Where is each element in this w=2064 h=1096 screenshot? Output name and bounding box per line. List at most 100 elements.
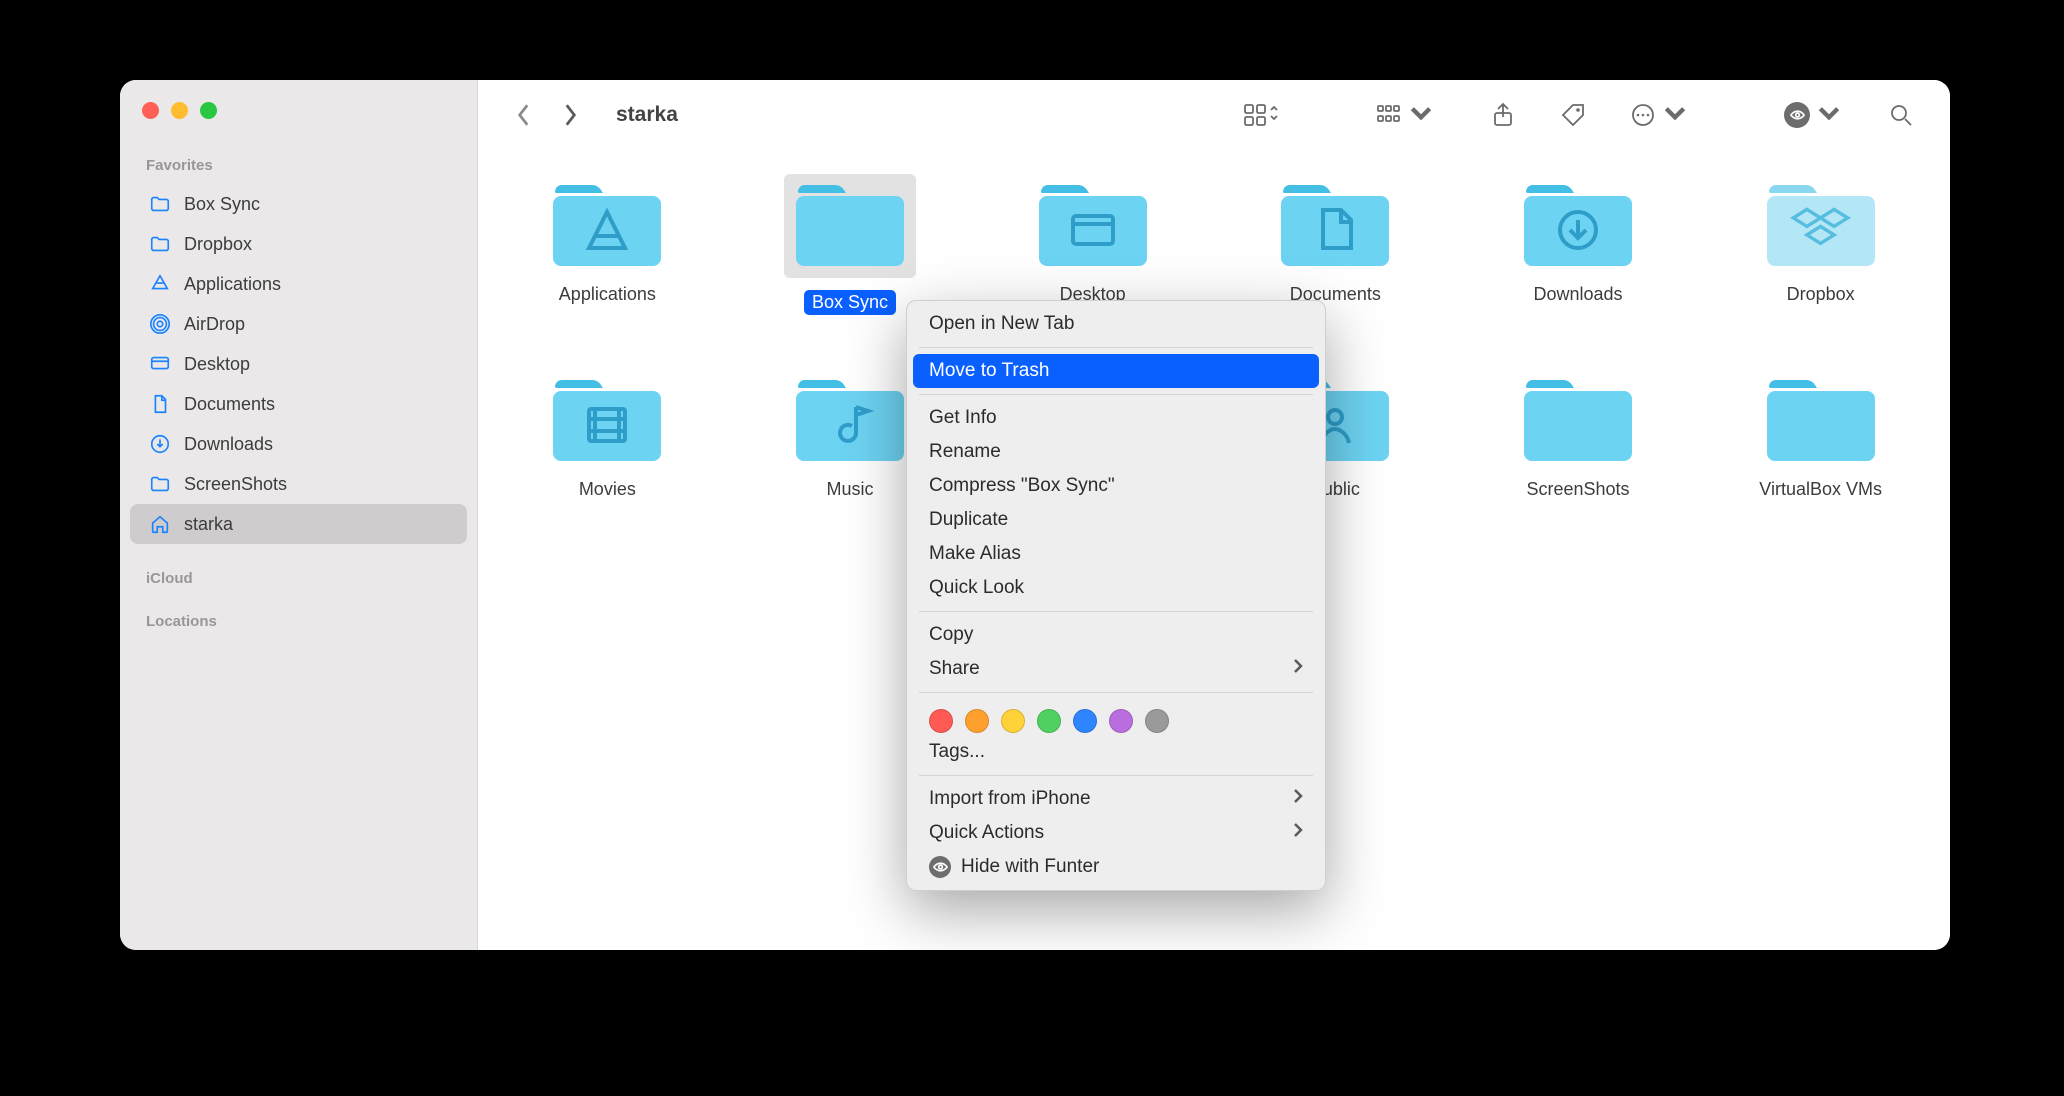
ctx-quick-actions[interactable]: Quick Actions xyxy=(907,816,1325,850)
view-icon-mode-button[interactable] xyxy=(1234,97,1288,133)
sidebar-item-label: ScreenShots xyxy=(184,474,287,495)
ctx-copy[interactable]: Copy xyxy=(907,618,1325,652)
chevron-right-icon xyxy=(1293,822,1303,844)
tag-color-dot[interactable] xyxy=(965,709,989,733)
sidebar-item-dropbox[interactable]: Dropbox xyxy=(130,224,467,264)
sidebar-item-documents[interactable]: Documents xyxy=(130,384,467,424)
folder-item[interactable]: Movies xyxy=(506,375,709,500)
favorites-section-label: Favorites xyxy=(120,147,477,184)
chevron-down-icon xyxy=(1816,100,1842,131)
sidebar-item-label: Desktop xyxy=(184,354,250,375)
applications-icon xyxy=(148,272,172,296)
folder-item[interactable]: Applications xyxy=(506,180,709,315)
tag-color-dot[interactable] xyxy=(929,709,953,733)
forward-button[interactable] xyxy=(552,97,588,133)
ctx-hide-with-funter[interactable]: Hide with Funter xyxy=(907,850,1325,884)
folder-label: Applications xyxy=(559,284,656,305)
folder-label: Downloads xyxy=(1533,284,1622,305)
ctx-get-info[interactable]: Get Info xyxy=(907,401,1325,435)
more-actions-button[interactable] xyxy=(1622,97,1696,133)
sidebar-item-label: Dropbox xyxy=(184,234,252,255)
sidebar-item-label: starka xyxy=(184,514,233,535)
sidebar-item-label: Box Sync xyxy=(184,194,260,215)
folder-icon xyxy=(1518,375,1638,467)
ctx-quick-look[interactable]: Quick Look xyxy=(907,571,1325,605)
ctx-tags[interactable]: Tags... xyxy=(907,735,1325,769)
folder-item[interactable]: VirtualBox VMs xyxy=(1719,375,1922,500)
sidebar-item-starka[interactable]: starka xyxy=(130,504,467,544)
back-button[interactable] xyxy=(506,97,542,133)
tag-button[interactable] xyxy=(1552,97,1594,133)
separator xyxy=(919,394,1313,395)
context-menu: Open in New Tab Move to Trash Get Info R… xyxy=(906,300,1326,891)
tag-color-dot[interactable] xyxy=(1073,709,1097,733)
tag-color-row xyxy=(907,699,1325,735)
document-icon xyxy=(148,392,172,416)
minimize-window-button[interactable] xyxy=(171,102,188,119)
folder-icon xyxy=(148,192,172,216)
folder-item[interactable]: Box Sync xyxy=(749,180,952,315)
sidebar-item-box-sync[interactable]: Box Sync xyxy=(130,184,467,224)
folder-icon xyxy=(1761,180,1881,272)
separator xyxy=(919,611,1313,612)
folder-title: starka xyxy=(616,103,678,127)
tag-color-dot[interactable] xyxy=(1037,709,1061,733)
tag-color-dot[interactable] xyxy=(1145,709,1169,733)
tag-color-dot[interactable] xyxy=(1109,709,1133,733)
sidebar: Favorites Box Sync Dropbox Applications … xyxy=(120,80,478,950)
folder-label: VirtualBox VMs xyxy=(1759,479,1882,500)
downloads-icon xyxy=(148,432,172,456)
chevron-down-icon xyxy=(1408,100,1434,131)
ctx-share[interactable]: Share xyxy=(907,652,1325,686)
sidebar-item-downloads[interactable]: Downloads xyxy=(130,424,467,464)
separator xyxy=(919,347,1313,348)
ctx-make-alias[interactable]: Make Alias xyxy=(907,537,1325,571)
folder-icon xyxy=(1761,375,1881,467)
sidebar-item-label: Applications xyxy=(184,274,281,295)
sidebar-item-label: AirDrop xyxy=(184,314,245,335)
desktop-icon xyxy=(148,352,172,376)
folder-icon xyxy=(148,472,172,496)
folder-icon xyxy=(547,180,667,272)
eye-icon xyxy=(1784,102,1810,128)
folder-label: Dropbox xyxy=(1787,284,1855,305)
maximize-window-button[interactable] xyxy=(200,102,217,119)
folder-icon xyxy=(784,174,916,278)
sidebar-item-screenshots[interactable]: ScreenShots xyxy=(130,464,467,504)
tag-color-dot[interactable] xyxy=(1001,709,1025,733)
funter-toolbar-button[interactable] xyxy=(1776,97,1850,133)
group-by-button[interactable] xyxy=(1368,97,1442,133)
close-window-button[interactable] xyxy=(142,102,159,119)
folder-label: Music xyxy=(826,479,873,500)
window-controls xyxy=(120,102,477,119)
sidebar-item-label: Documents xyxy=(184,394,275,415)
ctx-import-iphone[interactable]: Import from iPhone xyxy=(907,782,1325,816)
eye-icon xyxy=(929,856,951,878)
folder-item[interactable]: ScreenShots xyxy=(1477,375,1680,500)
sidebar-item-applications[interactable]: Applications xyxy=(130,264,467,304)
folder-icon xyxy=(790,375,910,467)
chevron-right-icon xyxy=(1293,658,1303,680)
ctx-duplicate[interactable]: Duplicate xyxy=(907,503,1325,537)
sidebar-item-label: Downloads xyxy=(184,434,273,455)
search-button[interactable] xyxy=(1880,97,1922,133)
ctx-rename[interactable]: Rename xyxy=(907,435,1325,469)
folder-item[interactable]: Downloads xyxy=(1477,180,1680,315)
toolbar: starka xyxy=(478,80,1950,150)
sidebar-item-desktop[interactable]: Desktop xyxy=(130,344,467,384)
chevron-down-icon xyxy=(1662,100,1688,131)
separator xyxy=(919,775,1313,776)
ctx-move-to-trash[interactable]: Move to Trash xyxy=(913,354,1319,388)
ctx-compress[interactable]: Compress "Box Sync" xyxy=(907,469,1325,503)
folder-icon xyxy=(1518,180,1638,272)
folder-item[interactable]: Dropbox xyxy=(1719,180,1922,315)
up-down-chevron-icon xyxy=(1268,104,1280,127)
icloud-section-label: iCloud xyxy=(120,560,477,597)
separator xyxy=(919,692,1313,693)
folder-label: ScreenShots xyxy=(1526,479,1629,500)
folder-item[interactable]: Documents xyxy=(1234,180,1437,315)
ctx-open-new-tab[interactable]: Open in New Tab xyxy=(907,307,1325,341)
share-button[interactable] xyxy=(1482,97,1524,133)
folder-item[interactable]: Desktop xyxy=(991,180,1194,315)
sidebar-item-airdrop[interactable]: AirDrop xyxy=(130,304,467,344)
